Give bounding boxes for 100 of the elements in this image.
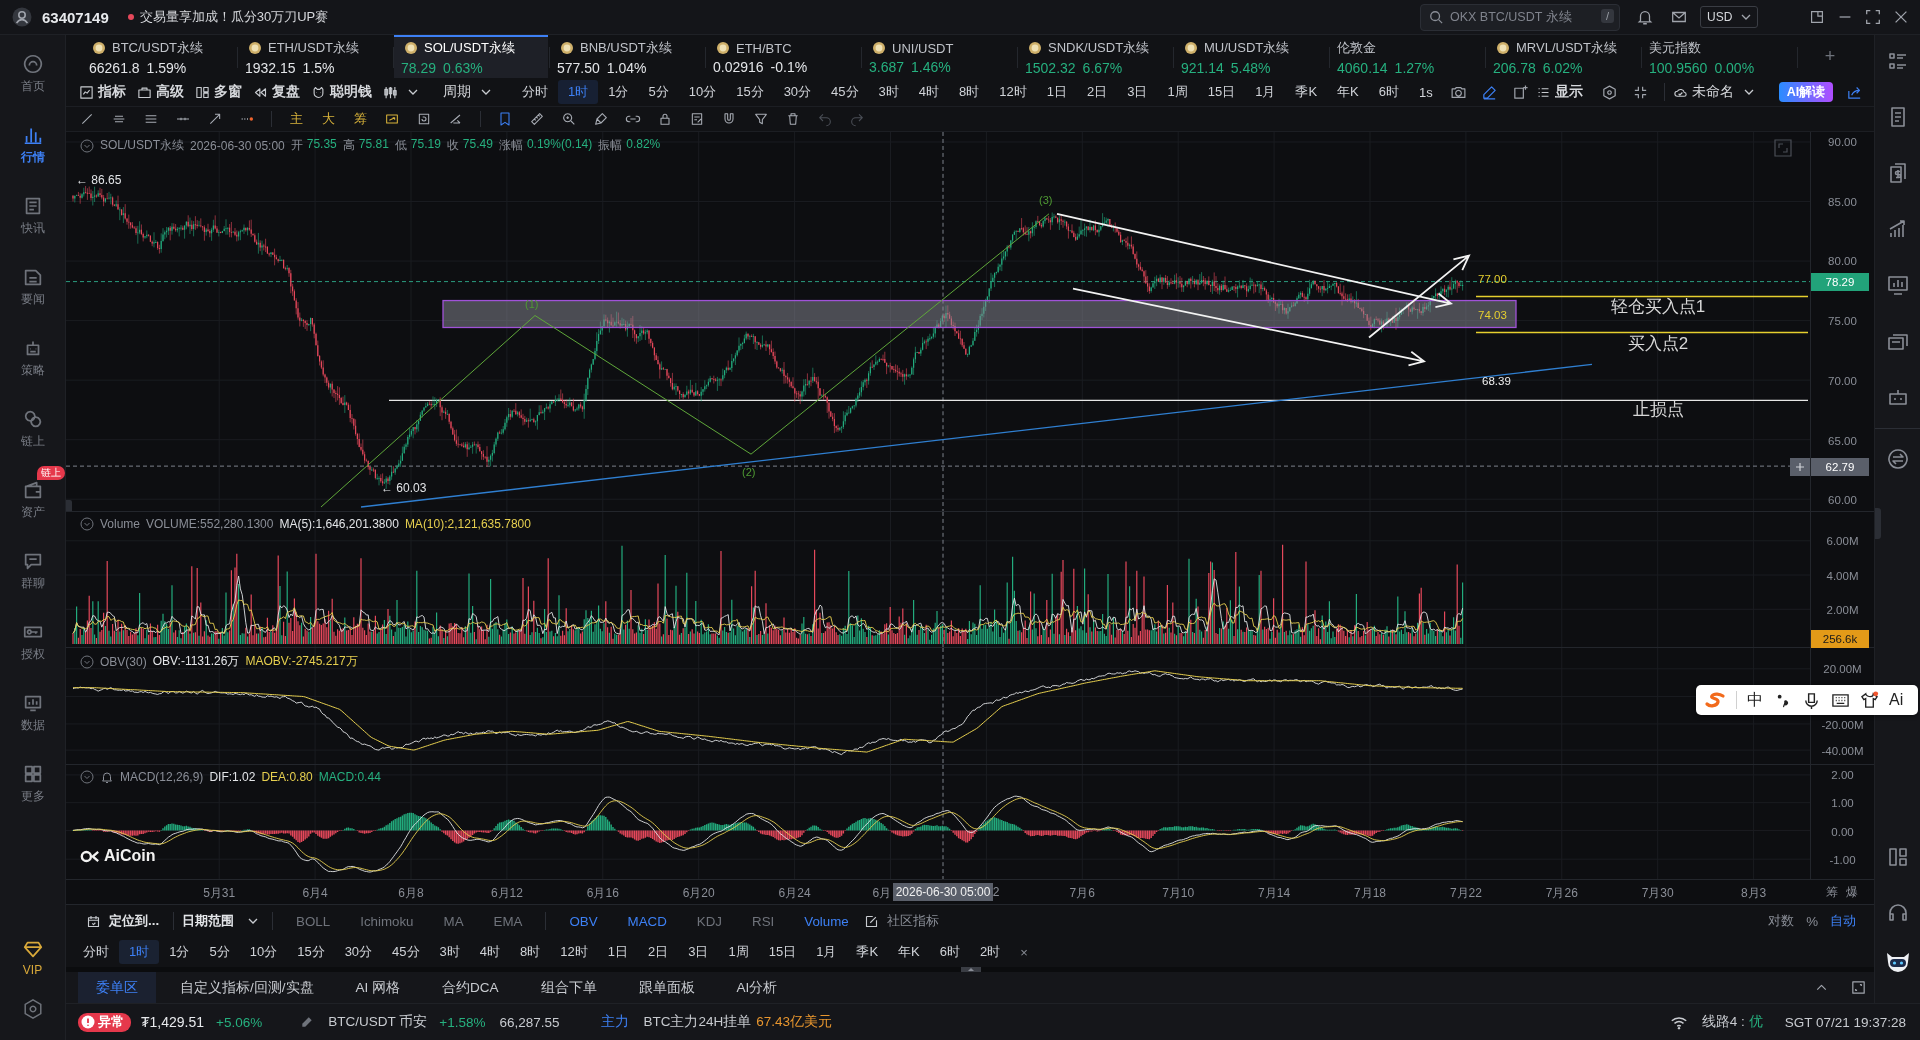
period-tab[interactable]: 1月 — [806, 940, 847, 964]
period-tab[interactable]: 1日 — [1036, 80, 1077, 104]
period-tab[interactable]: 3日 — [678, 940, 719, 964]
nav-item[interactable]: 群聊 — [0, 535, 66, 606]
period-tab[interactable]: 15日 — [758, 940, 807, 964]
period-tab[interactable]: 分时 — [512, 80, 558, 104]
period-tab[interactable]: 分时 — [73, 940, 119, 964]
period-tab[interactable]: 12时 — [989, 80, 1037, 104]
toolbar-button[interactable]: 多窗 — [195, 83, 242, 101]
period-tab[interactable]: 1分 — [598, 80, 639, 104]
microphone-icon[interactable] — [1802, 690, 1821, 710]
period-tab[interactable]: 8时 — [949, 80, 990, 104]
period-tab[interactable]: 5分 — [199, 940, 240, 964]
period-tab[interactable]: 季K — [846, 940, 889, 964]
ticker-tab[interactable]: MU/USDT永续 921.14 5.48% — [1174, 35, 1328, 78]
date-range-dropdown[interactable]: 日期范围 — [182, 912, 259, 930]
locate-button[interactable]: 定位到... — [86, 912, 160, 930]
period-tab[interactable]: 1时 — [558, 80, 599, 104]
period-tab[interactable]: 4时 — [908, 80, 950, 104]
nav-item[interactable]: 授权 — [0, 606, 66, 677]
toolbar-button[interactable]: 聪明钱 — [311, 83, 372, 101]
indicator-toggle[interactable]: MACD — [612, 913, 682, 929]
toolbar-button[interactable]: 复盘 — [253, 83, 300, 101]
panel-tab[interactable]: 合约DCA — [424, 972, 517, 1003]
period-tab[interactable]: 1周 — [718, 940, 759, 964]
period-tab[interactable]: 1月 — [1245, 80, 1286, 104]
period-tab[interactable]: 3时 — [429, 940, 470, 964]
period-tab[interactable]: 1日 — [597, 940, 638, 964]
nav-item[interactable]: 策略 — [0, 322, 66, 393]
nav-item[interactable]: 行情 — [0, 109, 66, 180]
indicator-toggle[interactable]: RSI — [737, 913, 790, 929]
indicator-toggle[interactable]: OBV — [554, 913, 613, 929]
panel-tab[interactable]: 组合下单 — [522, 972, 615, 1003]
settings-icon[interactable] — [21, 998, 44, 1020]
community-button[interactable]: 社区指标 — [863, 912, 939, 930]
ticker-tab[interactable]: MRVL/USDT永续 206.78 6.02% — [1486, 35, 1640, 78]
ticker-tab[interactable]: BTC/USDT永续 66261.8 1.59% — [82, 35, 236, 78]
indicator-toggle[interactable]: KDJ — [681, 913, 738, 929]
period-dropdown[interactable]: 周期 — [443, 83, 491, 101]
period-tab[interactable]: 2日 — [638, 940, 679, 964]
panel-tab[interactable]: 自定义指标/回测/实盘 — [162, 972, 332, 1003]
scale-toggle[interactable]: 对数 — [1762, 912, 1801, 930]
ticker-tab[interactable]: UNI/USDT 3.687 1.46% — [862, 35, 1016, 78]
period-tab[interactable]: 15分 — [287, 940, 335, 964]
promo-link[interactable]: 交易量享加成！瓜分30万刀UP赛 — [139, 8, 329, 26]
drawing-tool-button[interactable]: 筹 — [344, 110, 376, 128]
scale-toggle[interactable]: % — [1800, 913, 1824, 929]
expand-icon[interactable] — [1850, 979, 1867, 996]
nav-item[interactable]: 首页 — [0, 38, 66, 109]
period-tab[interactable]: 10分 — [678, 80, 727, 104]
period-tab[interactable]: 6时 — [1368, 80, 1409, 104]
layout-dropdown[interactable]: 未命名 — [1672, 83, 1754, 101]
chevron-icon[interactable] — [80, 517, 94, 531]
alert-badge[interactable]: 异常 — [78, 1012, 131, 1032]
resize-handle[interactable] — [961, 967, 981, 972]
scale-toggle[interactable]: 自动 — [1824, 912, 1862, 930]
drawing-tool-button[interactable]: 主 — [280, 110, 312, 128]
vip-item[interactable]: VIP — [0, 932, 66, 982]
bell-icon[interactable] — [1636, 8, 1654, 26]
ticker-tab[interactable]: 美元指数 100.9560 0.00% — [1642, 35, 1796, 78]
interval-button[interactable]: 1s — [1408, 80, 1443, 104]
panel-handle[interactable] — [66, 500, 72, 511]
period-tab[interactable]: 8时 — [510, 940, 551, 964]
nav-item[interactable]: 数据 — [0, 677, 66, 748]
period-tab[interactable]: 15分 — [726, 80, 774, 104]
period-tab[interactable]: 年K — [1327, 80, 1369, 104]
avatar-icon[interactable] — [12, 7, 32, 27]
add-button[interactable]: + — [1818, 35, 1842, 78]
nav-item[interactable]: 快讯 — [0, 180, 66, 251]
period-tab[interactable]: 4时 — [469, 940, 511, 964]
swoosh-logo-icon[interactable] — [1704, 691, 1726, 709]
drawing-tool-button[interactable]: 大 — [312, 110, 344, 128]
period-tab[interactable]: 1时 — [119, 940, 160, 964]
period-tab[interactable]: 45分 — [821, 80, 869, 104]
period-tab[interactable]: 15日 — [1197, 80, 1246, 104]
ai-mode[interactable]: Ai — [1889, 691, 1904, 709]
nav-item[interactable]: 更多 — [0, 748, 66, 819]
add-button[interactable] — [1790, 458, 1810, 476]
period-tab[interactable]: 30分 — [334, 940, 383, 964]
ticker-tab[interactable]: ETH/BTC 0.02916 -0.1% — [706, 35, 860, 78]
chevron-icon[interactable] — [80, 138, 94, 153]
period-tab[interactable]: 30分 — [773, 80, 822, 104]
currency-dropdown[interactable]: USD — [1700, 6, 1758, 28]
input-mode[interactable]: 中 — [1747, 689, 1763, 711]
fullscreen-icon[interactable] — [1864, 8, 1882, 26]
period-tab[interactable]: 1分 — [159, 940, 200, 964]
ticker-tab[interactable]: 伦敦金 4060.14 1.27% — [1330, 35, 1484, 78]
chart-type-dropdown[interactable] — [383, 84, 418, 100]
period-tab[interactable]: 1周 — [1157, 80, 1198, 104]
panel-tab[interactable]: AI 网格 — [337, 972, 419, 1003]
period-tab[interactable]: 6时 — [929, 940, 970, 964]
ticker-tab[interactable]: ETH/USDT永续 1932.15 1.5% — [238, 35, 392, 78]
period-tab[interactable]: 45分 — [382, 940, 430, 964]
chevron-icon[interactable] — [80, 770, 94, 784]
panel-handle[interactable] — [1875, 508, 1881, 539]
period-tab[interactable]: 2日 — [1077, 80, 1118, 104]
indicator-toggle[interactable]: MA — [428, 913, 479, 929]
period-tab[interactable]: 10分 — [239, 940, 288, 964]
period-tab[interactable]: 3时 — [868, 80, 909, 104]
nav-item[interactable]: 链上 — [0, 393, 66, 464]
